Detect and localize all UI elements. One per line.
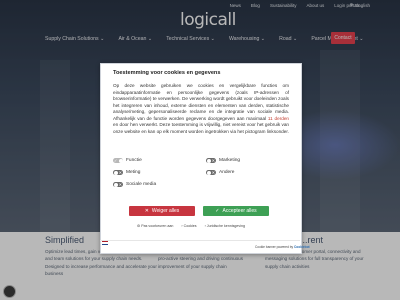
option-functie[interactable]: ✓ Functie bbox=[113, 158, 142, 163]
option-label: Meting bbox=[126, 170, 141, 175]
toggle-on-icon[interactable]: ✓ bbox=[113, 158, 123, 163]
preferences-link[interactable]: ⚙ Pas voorkeuren aan bbox=[137, 224, 173, 228]
option-label: Marketing bbox=[219, 158, 241, 163]
dialog-footer-links: ⚙ Pas voorkeuren aan › Cookies › Juridis… bbox=[137, 224, 245, 228]
body-text: Op deze website gebruiken we cookies en … bbox=[113, 83, 289, 121]
option-marketing[interactable]: ✕ Marketing bbox=[206, 158, 240, 163]
check-icon: ✓ bbox=[215, 208, 220, 214]
reject-all-button[interactable]: ✕ Weiger alles bbox=[129, 206, 195, 216]
powered-by[interactable]: Cookie banner powered by Cookiebot bbox=[255, 245, 310, 249]
footer-divider bbox=[100, 240, 300, 241]
option-label: Sociale media bbox=[126, 182, 157, 187]
cookies-link[interactable]: › Cookies bbox=[181, 224, 196, 228]
toggle-off-icon[interactable]: ✕ bbox=[113, 182, 123, 187]
powered-prefix: Cookie banner powered by bbox=[255, 245, 294, 249]
toggle-off-icon[interactable]: ✕ bbox=[206, 170, 216, 175]
option-meting[interactable]: ✕ Meting bbox=[113, 170, 140, 175]
link-label: Juridische kennisgeving bbox=[206, 224, 245, 228]
dialog-body: Op deze website gebruiken we cookies en … bbox=[113, 83, 289, 135]
toggle-off-icon[interactable]: ✕ bbox=[206, 158, 216, 163]
close-icon: ✕ bbox=[144, 208, 149, 214]
accept-label: Accepteer alles bbox=[222, 208, 257, 214]
option-label: Andere bbox=[219, 170, 235, 175]
third-parties-link[interactable]: 11 derden bbox=[268, 116, 289, 121]
cookiebot-logo: Cookiebot bbox=[294, 245, 310, 249]
toggle-off-icon[interactable]: ✕ bbox=[113, 170, 123, 175]
accept-all-button[interactable]: ✓ Accepteer alles bbox=[203, 206, 269, 216]
option-sociale-media[interactable]: ✕ Sociale media bbox=[113, 182, 156, 187]
legal-notice-link[interactable]: › Juridische kennisgeving bbox=[205, 224, 245, 228]
dutch-flag-icon[interactable] bbox=[102, 241, 108, 245]
reject-label: Weiger alles bbox=[151, 208, 180, 214]
option-label: Functie bbox=[126, 158, 142, 163]
body-text-2: en door hen verwerkt. Deze toestemming i… bbox=[113, 122, 289, 134]
link-label: Pas voorkeuren aan bbox=[141, 224, 174, 228]
cookie-settings-icon[interactable] bbox=[3, 285, 16, 298]
dialog-title: Toestemming voor cookies en gegevens bbox=[113, 70, 221, 76]
link-label: Cookies bbox=[183, 224, 197, 228]
option-andere[interactable]: ✕ Andere bbox=[206, 170, 234, 175]
